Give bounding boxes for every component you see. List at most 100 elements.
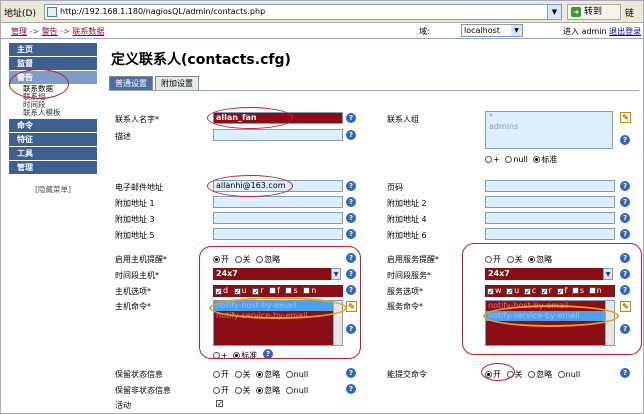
url-input[interactable]: http://192.168.1.180/nagiosQL/admin/cont…	[44, 4, 562, 20]
sidebar-item-commands[interactable]: 命令	[9, 119, 97, 132]
help-icon[interactable]: ?	[620, 197, 630, 207]
breadcrumb-alerts[interactable]: 警告	[42, 27, 58, 36]
active-label: 活动	[115, 401, 131, 410]
address4-input[interactable]	[485, 212, 615, 224]
tab-additional[interactable]: 附加设置	[155, 76, 199, 90]
breadcrumb-contacts[interactable]: 联系数据	[72, 27, 104, 36]
address2-input[interactable]	[485, 196, 615, 208]
radio-plus[interactable]	[485, 156, 492, 163]
help-icon[interactable]: ?	[346, 113, 356, 123]
radio-skip[interactable]	[256, 371, 264, 378]
highlight-host-cmd	[209, 297, 347, 319]
sidebar-item-tools[interactable]: 工具	[9, 147, 97, 160]
contact-group-label: 联系人组	[387, 115, 419, 124]
page-header: 管理 -> 警告 -> 联系数据 域: localhost ▼ 进入 admin …	[1, 23, 643, 39]
url-text: http://192.168.1.180/nagiosQL/admin/cont…	[60, 7, 266, 16]
host-notif-label: 启用主机提醒*	[115, 255, 167, 264]
address3-input[interactable]	[213, 212, 343, 224]
help-icon[interactable]: ?	[346, 213, 356, 223]
host-cmd-label: 主机命令*	[115, 302, 151, 311]
contact-name-label: 联系人名字*	[115, 115, 159, 124]
alias-label: 描述	[115, 132, 131, 141]
domain-label: 域:	[419, 27, 430, 36]
radio-null[interactable]	[505, 156, 513, 163]
retain-nonstatus-radio-group: 开 关 忽略 null	[213, 385, 311, 396]
tab-general[interactable]: 普通设置	[109, 76, 153, 90]
list-item[interactable]: *	[486, 112, 612, 122]
service-notif-label: 启用服务提醒*	[387, 255, 439, 264]
radio-off[interactable]	[234, 371, 242, 378]
highlight-name	[207, 107, 293, 129]
address2-label: 附加地址 2	[387, 199, 427, 208]
address-bar: 地址(D) http://192.168.1.180/nagiosQL/admi…	[1, 1, 643, 23]
edit-icon[interactable]: ✎	[620, 112, 631, 123]
address-label: 地址(D)	[4, 9, 36, 19]
sidebar-item-monitoring[interactable]: 监督	[9, 57, 97, 70]
radio-off[interactable]	[234, 387, 242, 394]
help-icon[interactable]: ?	[346, 368, 356, 378]
radio-null[interactable]	[285, 371, 293, 378]
radio-standard[interactable]	[533, 156, 541, 163]
chevron-down-icon: ▼	[511, 25, 522, 36]
list-item[interactable]: admins	[486, 122, 612, 132]
can-submit-label: 能提交命令	[387, 370, 427, 379]
alias-input[interactable]	[213, 129, 343, 141]
pager-input[interactable]	[485, 180, 615, 192]
help-icon[interactable]: ?	[620, 135, 630, 145]
help-icon[interactable]: ?	[346, 197, 356, 207]
help-icon[interactable]: ?	[346, 181, 356, 191]
help-icon[interactable]: ?	[620, 368, 630, 378]
radio-skip[interactable]	[256, 387, 264, 394]
retain-status-label: 保留状态信息	[115, 370, 163, 379]
help-icon[interactable]: ?	[346, 130, 356, 140]
email-label: 电子邮件地址	[115, 183, 163, 192]
hide-menu-link[interactable]: [隐藏菜单]	[9, 184, 97, 195]
contact-group-list[interactable]: * admins	[485, 111, 613, 149]
sidebar: 主页 监督 警告 联系数据 联系组 时间段 联系人模板 命令 特征 工具 管理 …	[9, 43, 97, 195]
sidebar-item-specials[interactable]: 特征	[9, 133, 97, 146]
address4-label: 附加地址 4	[387, 215, 427, 224]
address1-label: 附加地址 1	[115, 199, 155, 208]
logout-link[interactable]: 退出登录	[609, 27, 641, 36]
highlight-can-submit	[481, 363, 515, 381]
highlight-service-block	[462, 243, 642, 355]
radio-on[interactable]	[213, 371, 220, 378]
pager-label: 页码	[387, 183, 403, 192]
address5-input[interactable]	[213, 228, 343, 240]
address1-input[interactable]	[213, 196, 343, 208]
chevron-down-icon[interactable]: ▼	[547, 5, 561, 19]
retain-nonstatus-label: 保留非状态信息	[115, 386, 171, 395]
radio-null[interactable]	[557, 371, 565, 378]
breadcrumb-admin[interactable]: 管理	[11, 27, 27, 36]
highlight-alerts	[9, 69, 69, 99]
radio-on[interactable]	[213, 387, 220, 394]
highlight-email	[207, 175, 293, 197]
browser-window: 地址(D) http://192.168.1.180/nagiosQL/admi…	[0, 0, 644, 414]
address6-label: 附加地址 6	[387, 231, 427, 240]
help-icon[interactable]: ?	[620, 229, 630, 239]
service-period-label: 时间段服务*	[387, 271, 431, 280]
host-options-label: 主机选项*	[115, 287, 151, 296]
page-title: 定义联系人(contacts.cfg)	[111, 52, 291, 68]
active-checkbox[interactable]: ✓	[216, 400, 223, 408]
sidebar-item-admin[interactable]: 管理	[9, 161, 97, 174]
go-button[interactable]: ➜ 转到	[567, 4, 621, 20]
help-icon[interactable]: ?	[346, 229, 356, 239]
highlight-service-cmd	[483, 305, 619, 327]
help-icon[interactable]: ?	[620, 181, 630, 191]
links-button[interactable]: 链	[625, 6, 634, 19]
radio-skip[interactable]	[528, 371, 536, 378]
address6-input[interactable]	[485, 228, 615, 240]
retain-status-radio-group: 开 关 忽略 null	[213, 369, 311, 380]
breadcrumb: 管理 -> 警告 -> 联系数据	[11, 27, 105, 36]
host-period-label: 时间段主机*	[115, 271, 159, 280]
address3-label: 附加地址 3	[115, 215, 155, 224]
help-icon[interactable]: ?	[620, 213, 630, 223]
help-icon[interactable]: ?	[346, 384, 356, 394]
login-info: 进入 admin 退出登录	[563, 27, 642, 36]
domain-select[interactable]: localhost ▼	[461, 24, 523, 37]
sidebar-item-home[interactable]: 主页	[9, 43, 97, 56]
sidebar-subitem-contacttemplates[interactable]: 联系人模板	[9, 109, 97, 117]
page-icon	[47, 7, 57, 17]
radio-null[interactable]	[285, 387, 293, 394]
